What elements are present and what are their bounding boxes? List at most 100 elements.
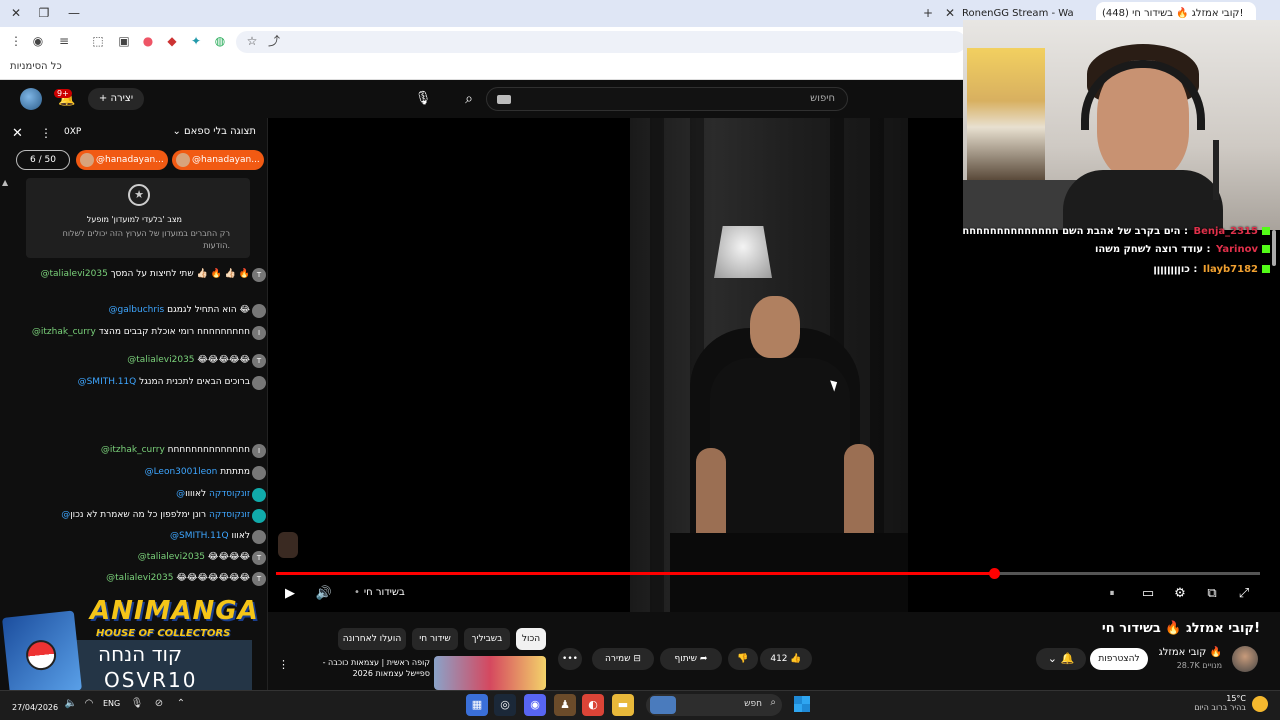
pokeball-icon (24, 638, 58, 672)
all-bookmarks-label[interactable]: כל הסימניות (10, 61, 62, 72)
taskbar-date[interactable]: 27/04/2026 (12, 703, 58, 712)
extension-icon[interactable]: ≡ (56, 33, 72, 49)
more-options-icon[interactable]: ⋮ (40, 126, 52, 140)
extension-icon[interactable]: ▣ (116, 33, 132, 49)
more-options-icon[interactable]: ⋮ (278, 658, 289, 671)
extension-icon[interactable]: ◉ (30, 33, 46, 49)
weather-widget[interactable]: 15°C בהיר ברוב היום (1180, 694, 1246, 712)
chat-username[interactable]: @itzhak_curry (32, 327, 96, 337)
app-icon[interactable]: ▦ (466, 694, 488, 716)
live-label[interactable]: בשידור חי (354, 587, 405, 598)
more-actions-button[interactable]: ••• (558, 648, 582, 670)
extension-icon[interactable]: ◆ (164, 33, 180, 49)
settings-icon[interactable]: ⚙ (1170, 584, 1190, 604)
chat-username[interactable]: @talialevi2035 (40, 269, 107, 279)
scroll-up-icon[interactable]: ▲ (2, 178, 8, 187)
chat-message: T @talialevi2035 😂😂😂😂😂😂😂 (22, 572, 266, 586)
app-icon[interactable]: ♟ (554, 694, 576, 716)
pinned-user-pill[interactable]: @hanadayan... (172, 150, 264, 170)
avatar (252, 530, 266, 544)
search-icon[interactable]: ⌕ (458, 88, 480, 110)
goal-pill[interactable]: 6 / 50 (16, 150, 70, 170)
new-tab-icon[interactable]: + (920, 5, 936, 21)
pinned-user-pill[interactable]: @hanadayan... (76, 150, 168, 170)
chat-mode-label: תצוגה בלי ספאם (184, 126, 256, 137)
chip-recent[interactable]: הועלו לאחרונה (338, 628, 406, 650)
avatar (252, 376, 266, 390)
chat-username[interactable]: @SMITH.11Q (78, 377, 137, 387)
save-button[interactable]: שמירה ⊟ (592, 648, 654, 670)
subscribe-bell-button[interactable]: ⌄ 🔔 (1036, 648, 1086, 670)
pause-icon[interactable]: ⏸ (1102, 584, 1122, 604)
page-scrollbar[interactable] (1272, 230, 1276, 266)
chat-message: I @itzhak_curry חחחחחחחחח רומי אוכלת קבבי… (22, 326, 266, 340)
folder-icon[interactable]: ▬ (612, 694, 634, 716)
star-icon[interactable]: ☆ (244, 33, 260, 49)
extension-icon[interactable]: ● (140, 33, 156, 49)
volume-icon[interactable]: 🔊 (314, 584, 334, 604)
close-icon[interactable]: ✕ (12, 126, 23, 141)
taskbar (0, 690, 1280, 720)
like-button[interactable]: 412 👍 (760, 648, 812, 670)
chat-mode-selector[interactable]: ⌄ תצוגה בלי ספאם (172, 126, 256, 137)
tab-label: RonenGG Stream - Watch Live (962, 8, 1074, 19)
chevron-up-icon[interactable]: ⌃ (174, 697, 188, 711)
close-window-icon[interactable]: ✕ (8, 5, 24, 21)
extension-icon[interactable]: ✦ (188, 33, 204, 49)
language-indicator[interactable]: ENG (103, 699, 120, 708)
overlay-chat-line: הים בקרב של אהבת השם חחחחחחחחחחחחחח : Be… (962, 226, 1270, 237)
chat-username[interactable]: @talialevi2035 (138, 552, 205, 562)
chat-username[interactable]: @SMITH.11Q (170, 531, 229, 541)
chat-username[interactable]: @galbuchris (109, 305, 165, 315)
avatar: T (252, 268, 266, 282)
share-icon[interactable]: ⤴ (266, 33, 282, 49)
fullscreen-icon[interactable]: ⤢ (1234, 584, 1254, 604)
create-button[interactable]: + יצירה (88, 88, 144, 110)
create-label: יצירה (110, 93, 134, 104)
avatar[interactable] (20, 88, 42, 110)
address-bar[interactable] (236, 31, 966, 53)
chrome-icon[interactable]: ◐ (582, 694, 604, 716)
chat-text: ברוכים הבאים לתכנית המנגל (139, 377, 250, 387)
puzzle-icon[interactable]: ⬚ (90, 33, 106, 49)
steam-icon[interactable]: ◎ (494, 694, 516, 716)
menu-icon[interactable]: ⋮ (8, 33, 24, 49)
recommended-thumbnail[interactable] (434, 656, 546, 690)
mute-icon[interactable]: ⊘ (152, 697, 166, 711)
microphone-icon[interactable]: 🎙 (130, 697, 144, 711)
avatar (252, 466, 266, 480)
keyboard-icon[interactable] (497, 95, 511, 104)
channel-name[interactable]: קובי אמזלג 🔥 (1159, 647, 1222, 658)
taskbar-search[interactable]: חפש ⌕ (646, 694, 782, 716)
search-input[interactable]: חיפוש (486, 87, 848, 111)
windows-start-icon[interactable] (794, 696, 810, 712)
chat-username[interactable]: @Leon3001leon (145, 467, 218, 477)
overlay-chat-text: כוןןןןןןןן (1153, 264, 1190, 275)
webcam-overlay (963, 20, 1280, 230)
wifi-icon[interactable]: ◠ (82, 697, 96, 711)
save-label: שמירה (605, 654, 631, 664)
chip-for-you[interactable]: בשביליך (464, 628, 510, 650)
extension-icon[interactable]: ◍ (212, 33, 228, 49)
minimize-window-icon[interactable]: — (66, 5, 82, 21)
join-button[interactable]: להצטרפות (1090, 648, 1148, 670)
restore-window-icon[interactable]: ❐ (36, 5, 52, 21)
microphone-icon[interactable]: 🎙 (413, 89, 433, 109)
chat-username[interactable]: @talialevi2035 (106, 573, 173, 583)
members-only-title: מצב 'בלעדי למועדון' מופעל (86, 215, 182, 224)
recommended-title[interactable]: קופה ראשית | עצמאות כוכבה - ספיישל עצמאו… (300, 657, 430, 679)
channel-avatar[interactable] (1232, 646, 1258, 672)
chip-live[interactable]: שידור חי (412, 628, 458, 650)
miniplayer-icon[interactable]: ⧉ (1202, 584, 1222, 604)
chat-username[interactable]: @talialevi2035 (127, 355, 194, 365)
dislike-button[interactable]: 👎 (728, 648, 758, 670)
search-highlight-image (650, 696, 676, 714)
chip-all[interactable]: הכול (516, 628, 546, 650)
captions-icon[interactable]: ▭ (1138, 584, 1158, 604)
sun-icon (1252, 696, 1268, 712)
discord-icon[interactable]: ◉ (524, 694, 546, 716)
share-button[interactable]: שיתוף ➦ (660, 648, 722, 670)
chat-username[interactable]: @itzhak_curry (101, 445, 165, 455)
play-icon[interactable]: ▶ (280, 584, 300, 604)
volume-icon[interactable]: 🔈 (64, 697, 78, 711)
